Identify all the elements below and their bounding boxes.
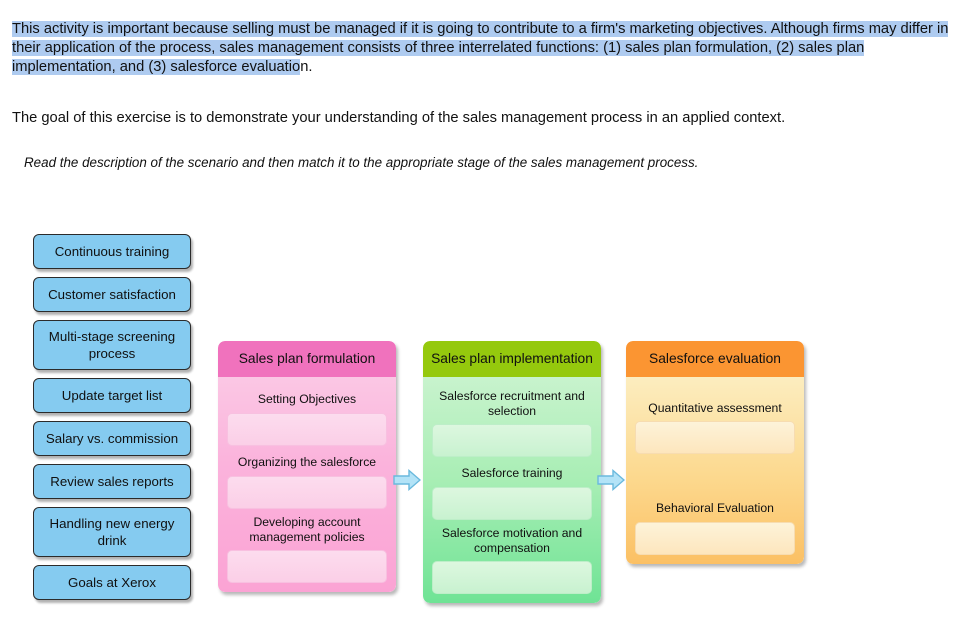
slot-label-behavioral-evaluation: Behavioral Evaluation [656, 501, 774, 515]
stage-body-sales-plan-implementation: Salesforce recruitment and selection Sal… [423, 377, 601, 603]
stage-title-sales-plan-formulation: Sales plan formulation [218, 341, 396, 377]
selected-text-span: This activity is important because selli… [12, 20, 949, 76]
stage-title-sales-plan-implementation: Sales plan implementation [423, 341, 601, 377]
intro-paragraph-highlighted: This activity is important because selli… [0, 15, 950, 78]
answer-tile-goals-at-xerox[interactable]: Goals at Xerox [33, 565, 191, 600]
stage-column-sales-plan-implementation: Sales plan implementation Salesforce rec… [423, 341, 601, 603]
slot-label-organizing-the-salesforce: Organizing the salesforce [237, 455, 377, 469]
stage-body-salesforce-evaluation: Quantitative assessment Behavioral Evalu… [626, 377, 804, 564]
slot-label-salesforce-recruitment-and-selection: Salesforce recruitment and selection [439, 389, 585, 418]
drop-zone-developing-account-management-policies[interactable] [227, 550, 387, 583]
drop-zone-salesforce-recruitment-and-selection[interactable] [432, 424, 592, 457]
answer-tile-continuous-training[interactable]: Continuous training [33, 234, 191, 269]
drop-zone-salesforce-training[interactable] [432, 487, 592, 520]
drop-zone-quantitative-assessment[interactable] [635, 421, 795, 454]
drop-zone-organizing-the-salesforce[interactable] [227, 476, 387, 509]
stage-column-sales-plan-formulation: Sales plan formulation Setting Objective… [218, 341, 396, 592]
drop-zone-behavioral-evaluation[interactable] [635, 522, 795, 555]
drop-zone-salesforce-motivation-and-compensation[interactable] [432, 561, 592, 594]
intro-text-block: This activity is important because selli… [0, 0, 974, 143]
answer-tile-customer-satisfaction[interactable]: Customer satisfaction [33, 277, 191, 312]
drop-zone-setting-objectives[interactable] [227, 413, 387, 446]
answer-tile-salary-vs-commission[interactable]: Salary vs. commission [33, 421, 191, 456]
slot-label-setting-objectives: Setting Objectives [257, 392, 357, 406]
exercise-instruction: Read the description of the scenario and… [24, 155, 699, 170]
stage-body-sales-plan-formulation: Setting Objectives Organizing the salesf… [218, 377, 396, 592]
answer-tile-stack: Continuous training Customer satisfactio… [33, 234, 193, 608]
slot-label-developing-account-management-policies: Developing account management policies [249, 515, 365, 544]
stage-spacer [635, 454, 795, 492]
slot-label-quantitative-assessment: Quantitative assessment [648, 401, 782, 415]
answer-tile-update-target-list[interactable]: Update target list [33, 378, 191, 413]
intro-paragraph-goal: The goal of this exercise is to demonstr… [12, 109, 786, 126]
stage-title-salesforce-evaluation: Salesforce evaluation [626, 341, 804, 377]
intro-paragraph-tail: n. [300, 59, 313, 76]
stage-column-salesforce-evaluation: Salesforce evaluation Quantitative asses… [626, 341, 804, 564]
slot-label-salesforce-motivation-and-compensation: Salesforce motivation and compensation [441, 526, 583, 555]
right-arrow-icon [393, 468, 422, 492]
answer-tile-multi-stage-screening-process[interactable]: Multi-stage screening process [33, 320, 191, 370]
slot-label-salesforce-training: Salesforce training [461, 466, 563, 480]
answer-tile-review-sales-reports[interactable]: Review sales reports [33, 464, 191, 499]
right-arrow-icon [597, 468, 626, 492]
answer-tile-handling-new-energy-drink[interactable]: Handling new energy drink [33, 507, 191, 557]
